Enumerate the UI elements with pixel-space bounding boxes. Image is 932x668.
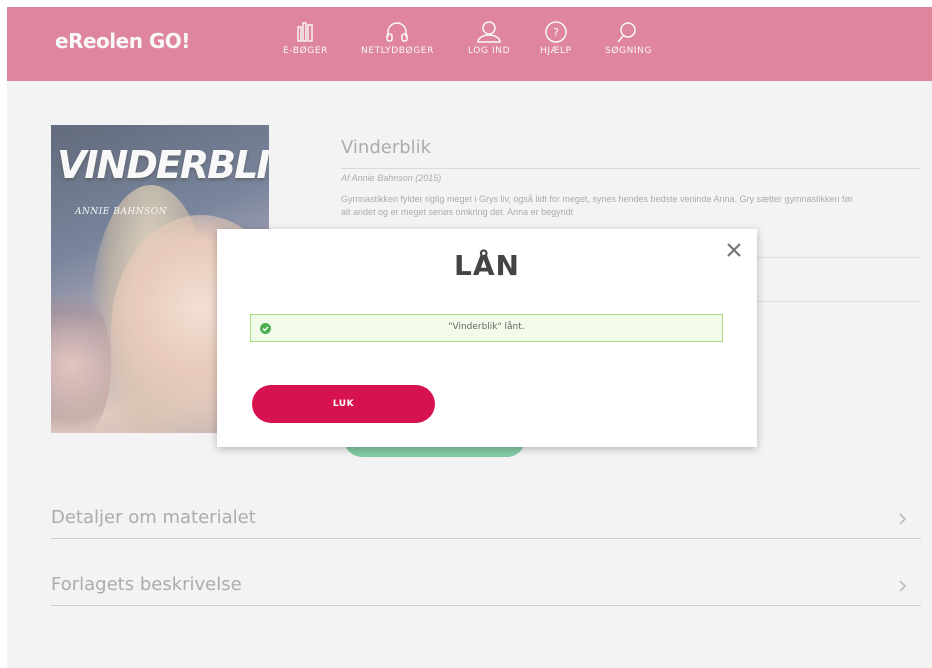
close-button[interactable]: LUK — [252, 385, 435, 423]
page: eReolen GO! E-BØGER NETLYDBØGER LOG IND … — [0, 0, 932, 668]
close-icon[interactable] — [727, 243, 741, 257]
modal-title: LÅN — [454, 249, 520, 282]
success-message: "Vinderblik" lånt. — [448, 322, 525, 332]
success-alert: "Vinderblik" lånt. — [250, 314, 723, 342]
app-frame: eReolen GO! E-BØGER NETLYDBØGER LOG IND … — [7, 7, 932, 668]
loan-modal: LÅN "Vinderblik" lånt. LUK — [217, 229, 757, 447]
